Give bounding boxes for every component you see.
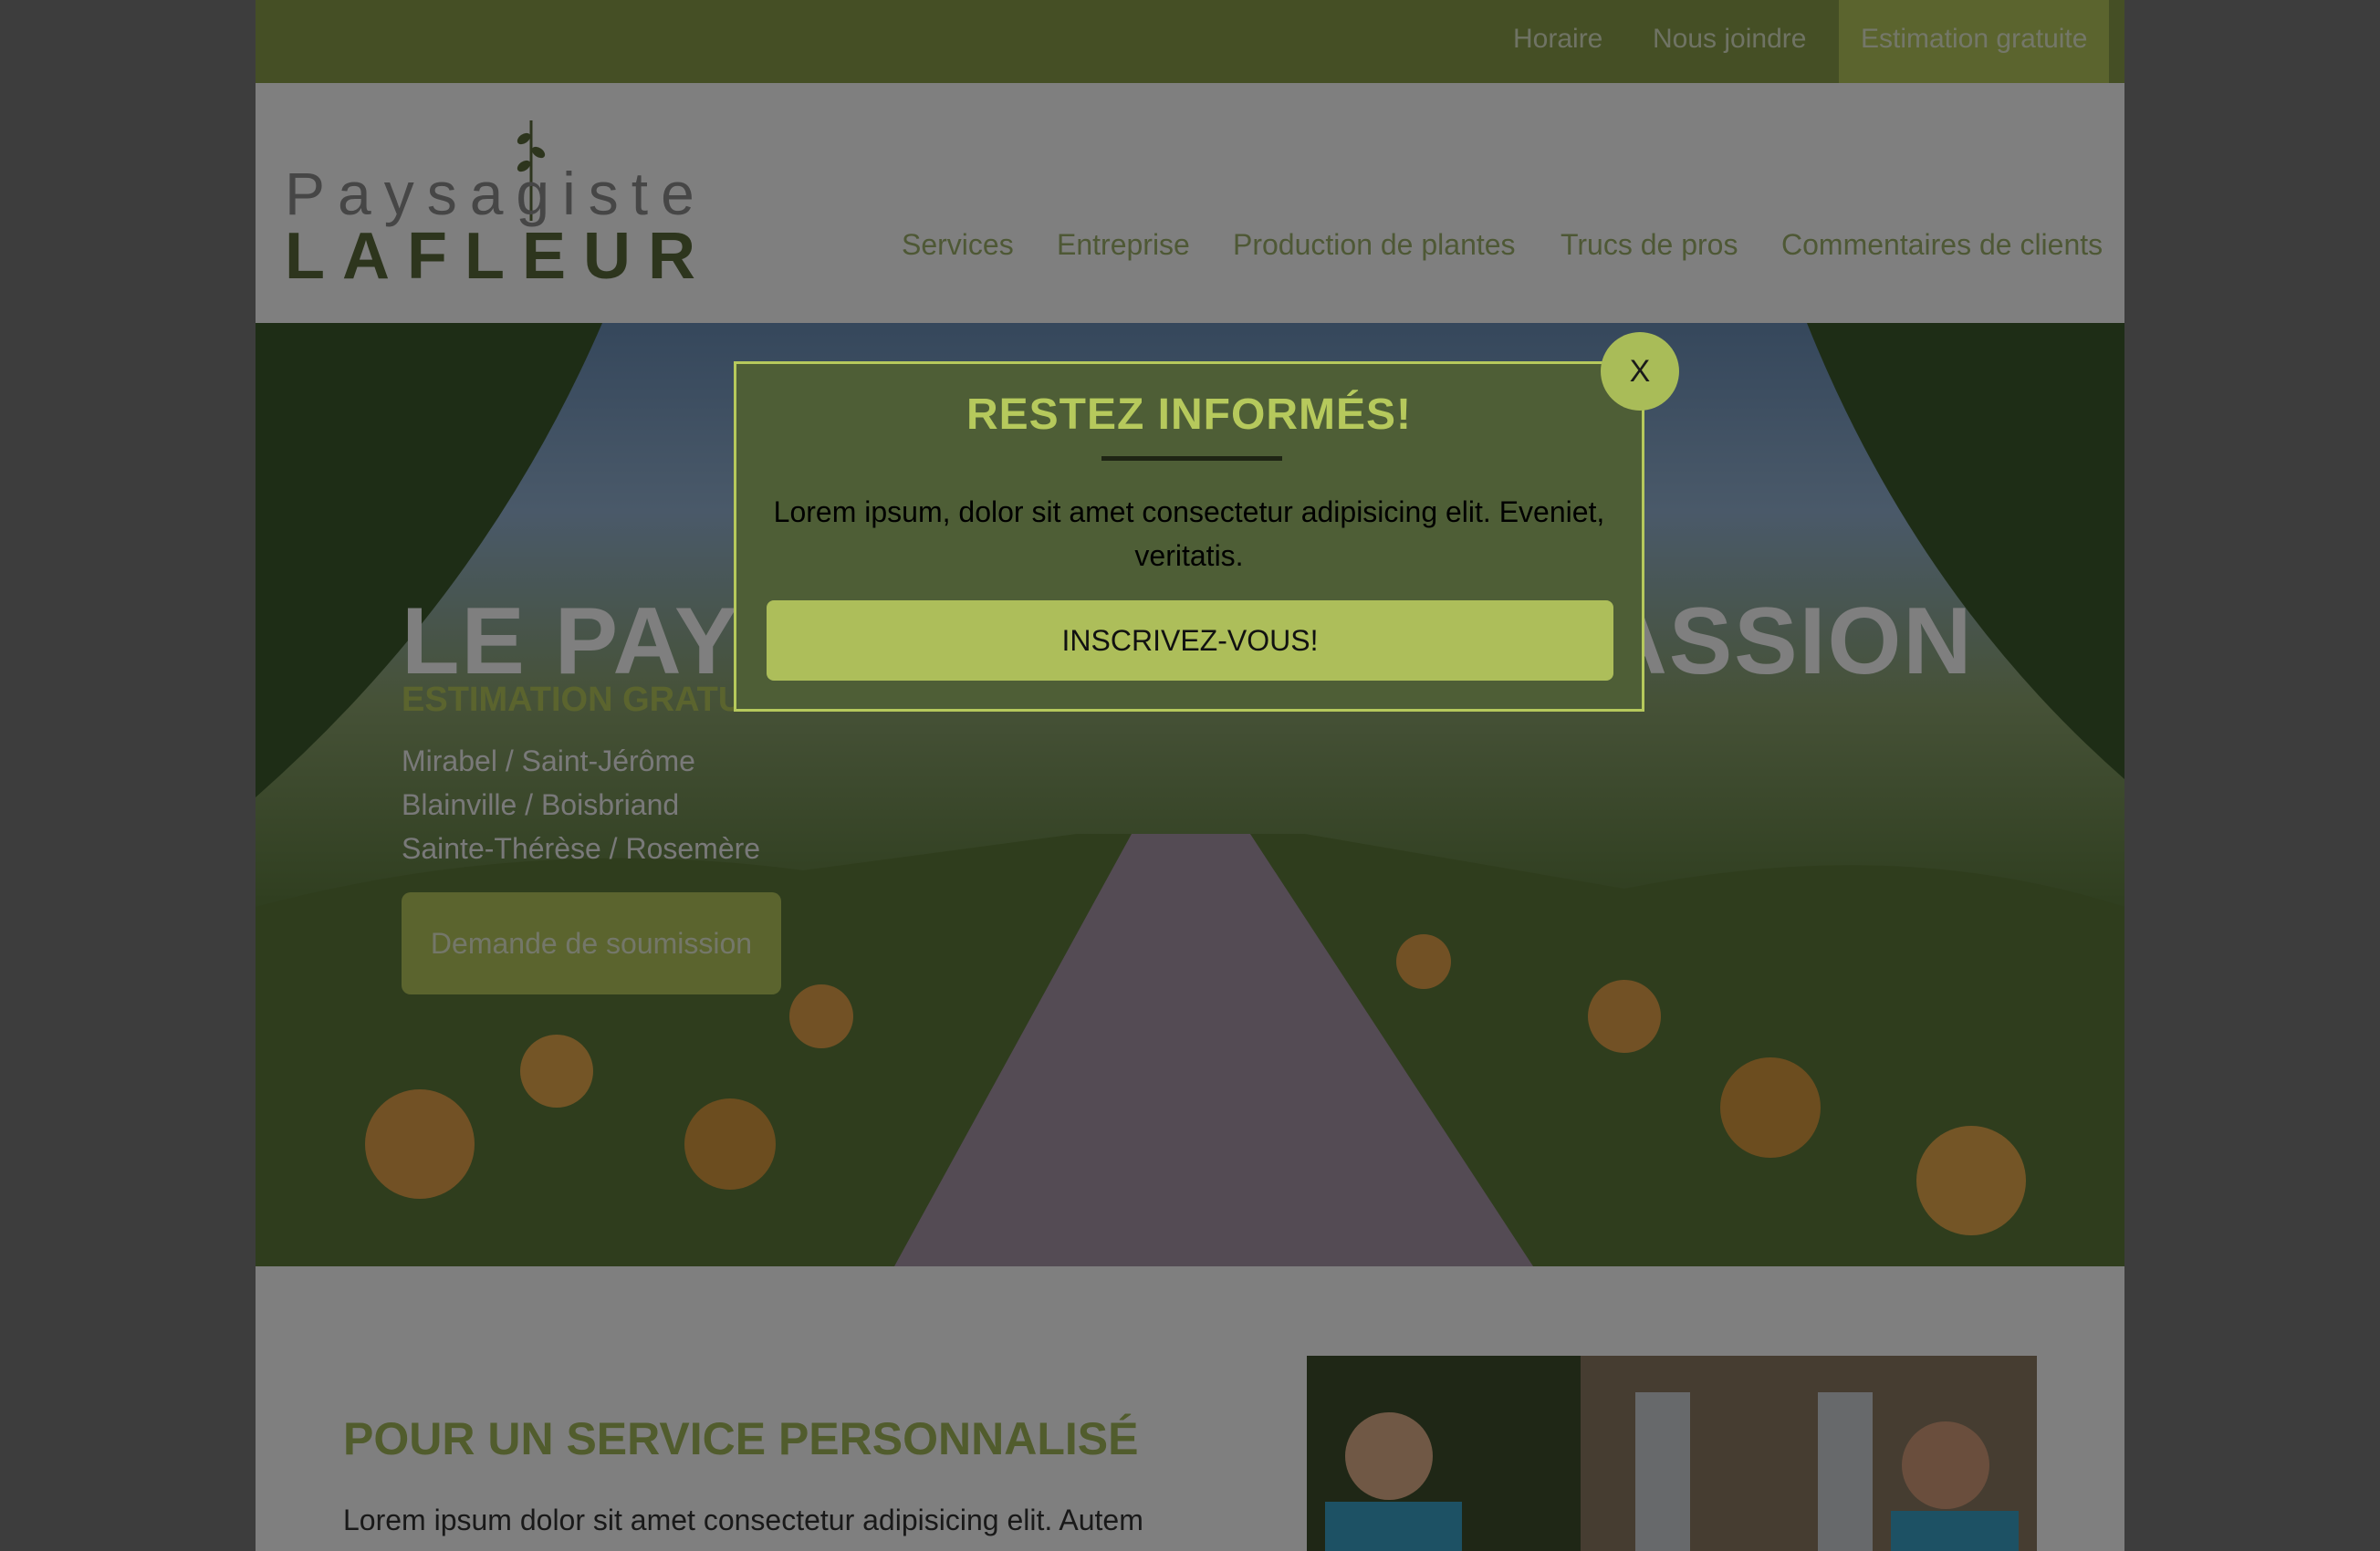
modal-backdrop[interactable]: [0, 0, 2380, 1551]
close-modal-button[interactable]: X: [1601, 332, 1679, 411]
modal-divider: [1101, 456, 1282, 461]
modal-title: RESTEZ INFORMÉS!: [966, 390, 1412, 439]
subscribe-button[interactable]: INSCRIVEZ-VOUS!: [767, 600, 1613, 681]
modal-text: Lorem ipsum, dolor sit amet consectetur …: [773, 495, 1605, 572]
newsletter-modal: RESTEZ INFORMÉS! Lorem ipsum, dolor sit …: [734, 361, 1644, 712]
